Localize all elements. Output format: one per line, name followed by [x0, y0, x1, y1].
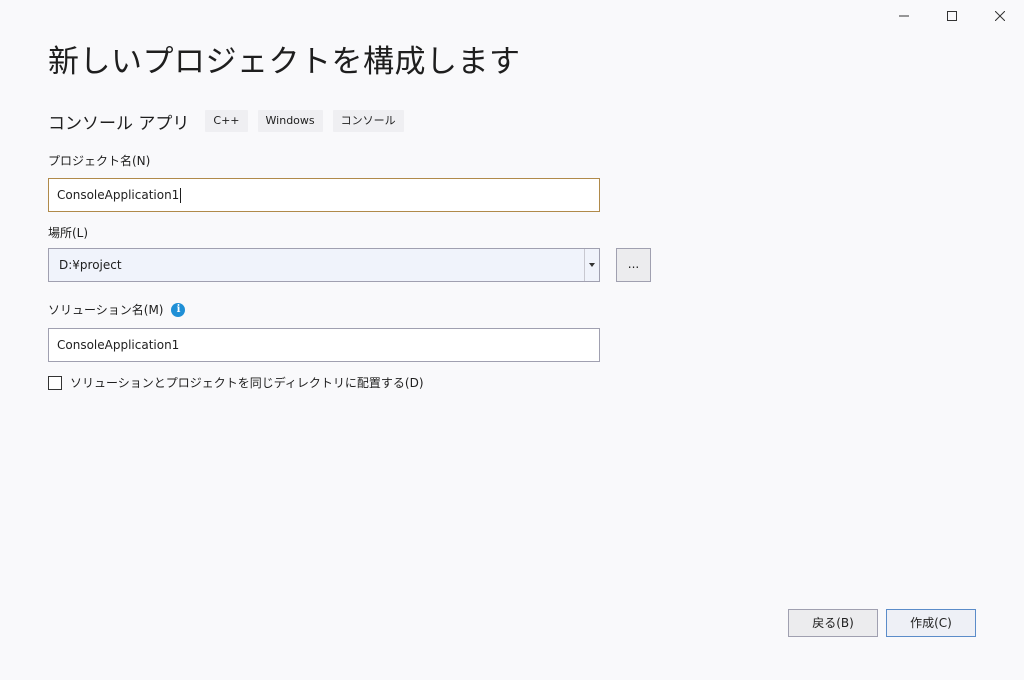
solution-name-value: ConsoleApplication1 [57, 338, 180, 352]
chevron-down-icon [589, 263, 595, 267]
tag-platform: Windows [257, 110, 323, 132]
template-name: コンソール アプリ [48, 113, 190, 134]
info-icon[interactable]: i [171, 302, 186, 317]
text-caret [180, 188, 182, 203]
location-value: D:¥project [59, 258, 122, 272]
window-caption-buttons [880, 0, 1024, 32]
browse-button[interactable]: ... [616, 248, 651, 282]
tag-language: C++ [205, 110, 248, 132]
close-icon [995, 11, 1005, 21]
same-directory-option[interactable]: ソリューションとプロジェクトを同じディレクトリに配置する(D) [48, 374, 424, 391]
location-label-text: 場所(L) [48, 226, 89, 240]
project-name-label-text: プロジェクト名(N) [48, 154, 151, 168]
location-dropdown-button[interactable] [584, 249, 599, 281]
configure-project-dialog: 新しいプロジェクトを構成します コンソール アプリ C++ Windows コン… [0, 0, 1024, 680]
create-button[interactable]: 作成(C) [886, 609, 976, 637]
same-directory-label[interactable]: ソリューションとプロジェクトを同じディレクトリに配置する(D) [70, 374, 424, 391]
minimize-button[interactable] [880, 0, 928, 32]
tag-project-type: コンソール [332, 110, 404, 132]
close-button[interactable] [976, 0, 1024, 32]
maximize-button[interactable] [928, 0, 976, 32]
project-name-value: ConsoleApplication1 [57, 188, 180, 202]
maximize-icon [947, 11, 957, 21]
template-summary: コンソール アプリ C++ Windows コンソール [48, 108, 414, 134]
solution-name-label: ソリューション名(M) i [48, 301, 186, 318]
page-title: 新しいプロジェクトを構成します [48, 44, 521, 80]
minimize-icon [899, 15, 909, 17]
project-name-label: プロジェクト名(N) [48, 152, 150, 169]
back-button[interactable]: 戻る(B) [788, 609, 878, 637]
same-directory-checkbox[interactable] [48, 375, 62, 390]
location-combobox[interactable]: D:¥project [48, 248, 600, 282]
location-label: 場所(L) [48, 224, 88, 241]
project-name-input[interactable]: ConsoleApplication1 [48, 178, 600, 212]
solution-name-label-text: ソリューション名(M) [48, 303, 164, 317]
solution-name-input[interactable]: ConsoleApplication1 [48, 328, 600, 362]
